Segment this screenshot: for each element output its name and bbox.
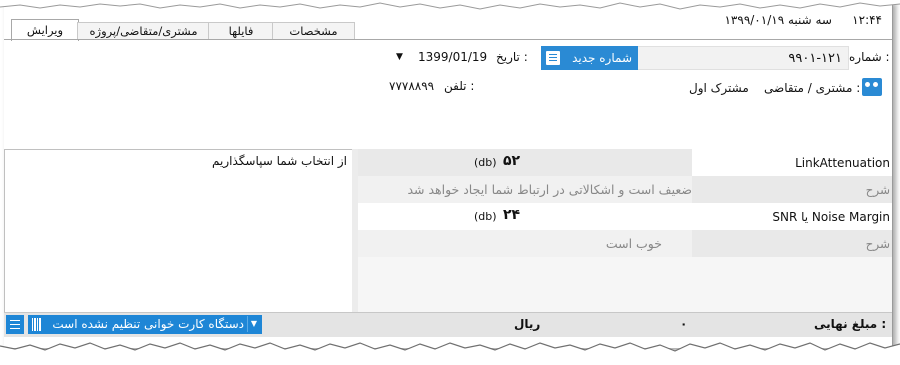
form-icon bbox=[546, 51, 560, 65]
value-cell: ۲۴ (db) bbox=[358, 203, 692, 230]
result-row: ۵۲ (db) LinkAttenuation bbox=[358, 149, 892, 176]
header-clock: ۱۲:۴۴ bbox=[852, 13, 882, 27]
result-value: ۵۲ bbox=[503, 153, 521, 169]
desc-label-cell: شرح bbox=[692, 176, 892, 203]
chevron-down-icon: ▼ bbox=[396, 52, 403, 62]
torn-edge-bottom bbox=[0, 342, 900, 365]
customer-icon[interactable] bbox=[862, 78, 882, 96]
desc-label: شرح bbox=[865, 237, 890, 251]
name-cell: LinkAttenuation bbox=[692, 149, 892, 176]
result-name: LinkAttenuation bbox=[795, 156, 890, 170]
card-reader-label: دستگاه کارت خوانی تنظیم نشده است bbox=[52, 317, 244, 331]
desc-label-cell: شرح bbox=[692, 230, 892, 257]
date-label: تاریخ : bbox=[496, 50, 528, 64]
desc-label: شرح bbox=[865, 183, 890, 197]
notes-box[interactable]: از انتخاب شما سپاسگذاریم bbox=[4, 149, 354, 314]
customer-label: مشتری / متقاضی : bbox=[764, 81, 861, 95]
result-value: ۲۴ bbox=[503, 207, 521, 223]
number-field[interactable]: ۹۹۰۱-۱۲۱ bbox=[637, 46, 849, 70]
currency-label: ریال bbox=[514, 317, 541, 331]
name-cell: SNR یا Noise Margin bbox=[692, 203, 892, 230]
result-desc: ضعیف است و اشکالاتی در ارتباط شما ایجاد … bbox=[407, 182, 692, 197]
barcode-icon bbox=[32, 318, 42, 331]
tab-customer-project[interactable]: مشتری/متقاضی/پروژه bbox=[77, 22, 210, 40]
settings-button[interactable] bbox=[6, 315, 24, 334]
tab-specifications[interactable]: مشخصات bbox=[272, 22, 355, 40]
result-name: SNR یا Noise Margin bbox=[772, 210, 890, 224]
number-label: شماره : bbox=[849, 50, 890, 64]
empty-grid-area bbox=[358, 257, 892, 312]
value-cell: ۵۲ (db) bbox=[358, 149, 692, 176]
desc-cell: خوب است bbox=[358, 230, 692, 257]
notes-text: از انتخاب شما سپاسگذاریم bbox=[212, 154, 347, 168]
final-amount-label: مبلغ نهایی : bbox=[814, 317, 887, 331]
result-row: ۲۴ (db) SNR یا Noise Margin bbox=[358, 203, 892, 230]
result-desc: خوب است bbox=[605, 236, 662, 251]
torn-edge-top bbox=[0, 0, 900, 10]
phone-label: تلفن : bbox=[444, 79, 475, 93]
phone-value: ۷۷۷۸۸۹۹ bbox=[389, 79, 435, 93]
card-reader-select[interactable]: دستگاه کارت خوانی تنظیم نشده است ▼ bbox=[28, 315, 262, 334]
result-desc-row: خوب است شرح bbox=[358, 230, 892, 257]
result-desc-row: ضعیف است و اشکالاتی در ارتباط شما ایجاد … bbox=[358, 176, 892, 203]
app-window: ویرایش مشتری/متقاضی/پروژه فایلها مشخصات … bbox=[4, 0, 893, 348]
final-amount-value: ۰ bbox=[680, 317, 688, 331]
new-number-label: شماره جدید bbox=[572, 51, 632, 65]
date-value: 1399/01/19 bbox=[418, 50, 488, 64]
customer-value: مشترک اول bbox=[689, 81, 749, 95]
date-picker[interactable]: ▼ 1399/01/19 bbox=[396, 47, 492, 67]
header-date: سه شنبه ۱۳۹۹/۰۱/۱۹ bbox=[724, 13, 832, 27]
result-unit: (db) bbox=[474, 156, 497, 169]
desc-cell: ضعیف است و اشکالاتی در ارتباط شما ایجاد … bbox=[358, 176, 692, 203]
tab-edit[interactable]: ویرایش bbox=[11, 19, 79, 41]
result-unit: (db) bbox=[474, 210, 497, 223]
chevron-down-icon[interactable]: ▼ bbox=[247, 316, 260, 332]
tab-divider bbox=[4, 39, 892, 40]
tab-files[interactable]: فایلها bbox=[208, 22, 274, 40]
new-number-button[interactable]: شماره جدید bbox=[541, 46, 638, 70]
